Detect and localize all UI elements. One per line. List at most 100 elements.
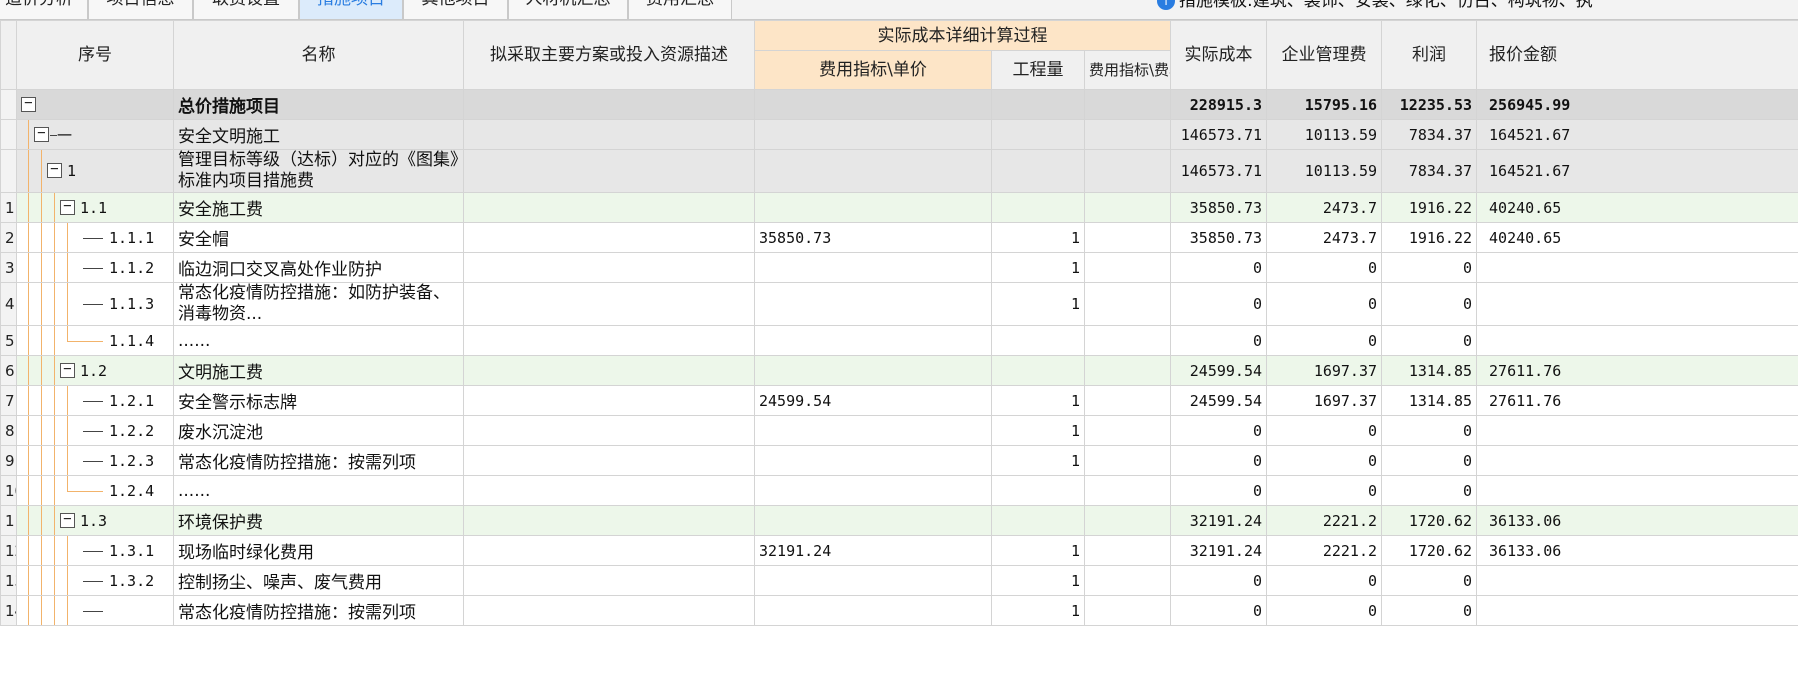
name-cell[interactable]: 常态化疫情防控措施：按需列项	[173, 445, 464, 476]
unit-price-cell[interactable]	[754, 355, 992, 386]
table-row[interactable]: 12 1.3.1 现场临时绿化费用 32191.24 1 32191.24 22…	[0, 535, 1798, 566]
unit-price-cell[interactable]	[754, 149, 992, 193]
name-cell[interactable]: 环境保护费	[173, 505, 464, 536]
desc-cell[interactable]	[463, 222, 755, 253]
header-actual-cost[interactable]: 实际成本	[1170, 20, 1268, 90]
table-row[interactable]: 6 − 1.2 文明施工费 24599.54 1697.37 1314.85 2…	[0, 355, 1798, 386]
desc-cell[interactable]	[463, 282, 755, 326]
desc-cell[interactable]	[463, 565, 755, 596]
quantity-cell[interactable]: 1	[991, 252, 1085, 283]
desc-cell[interactable]	[463, 149, 755, 193]
quantity-cell[interactable]: 1	[991, 445, 1085, 476]
table-row[interactable]: 9 1.2.3 常态化疫情防控措施：按需列项 1 0 0 0 0	[0, 445, 1798, 476]
name-cell[interactable]: 文明施工费	[173, 355, 464, 386]
rate-cell[interactable]	[1083, 282, 1172, 326]
quantity-cell[interactable]	[991, 149, 1085, 193]
name-cell[interactable]: 常态化疫情防控措施：如防护装备、消毒物资...	[173, 282, 464, 326]
unit-price-cell[interactable]	[754, 282, 992, 326]
unit-price-cell[interactable]: 32191.24	[754, 535, 992, 566]
tab-measures[interactable]: 措施项目	[299, 0, 403, 20]
desc-cell[interactable]	[463, 192, 755, 223]
desc-cell[interactable]	[463, 89, 755, 120]
quantity-cell[interactable]: 1	[991, 385, 1085, 416]
rate-cell[interactable]	[1083, 222, 1172, 253]
tab-cost-analysis[interactable]: 造价分析	[0, 0, 88, 20]
tab-fee-summary[interactable]: 费用汇总	[628, 0, 732, 20]
name-cell[interactable]: 控制扬尘、噪声、废气费用	[173, 565, 464, 596]
collapse-icon[interactable]: −	[60, 199, 75, 215]
table-row[interactable]: 4 1.1.3 常态化疫情防控措施：如防护装备、消毒物资... 1 0 0 0 …	[0, 282, 1798, 326]
tab-labor-material-summary[interactable]: 人材机汇总	[508, 0, 628, 20]
rate-cell[interactable]	[1083, 89, 1172, 120]
quantity-cell[interactable]	[991, 89, 1085, 120]
rate-cell[interactable]	[1083, 415, 1172, 446]
tab-other-items[interactable]: 其他项目	[403, 0, 508, 20]
unit-price-cell[interactable]	[754, 505, 992, 536]
header-rate[interactable]: 费用指标\费率(%)	[1083, 50, 1172, 90]
desc-cell[interactable]	[463, 415, 755, 446]
quantity-cell[interactable]	[991, 505, 1085, 536]
unit-price-cell[interactable]	[754, 415, 992, 446]
unit-price-cell[interactable]	[754, 89, 992, 120]
table-row[interactable]: − 总价措施项目 228915.3 15795.16 12235.53 2569…	[0, 89, 1798, 120]
unit-price-cell[interactable]	[754, 252, 992, 283]
name-cell[interactable]: 临边洞口交叉高处作业防护	[173, 252, 464, 283]
desc-cell[interactable]	[463, 475, 755, 506]
name-cell[interactable]: 现场临时绿化费用	[173, 535, 464, 566]
table-row[interactable]: 8 1.2.2 废水沉淀池 1 0 0 0 0	[0, 415, 1798, 446]
quantity-cell[interactable]	[991, 475, 1085, 506]
name-cell[interactable]: 常态化疫情防控措施：按需列项	[173, 595, 464, 626]
name-cell[interactable]: ......	[173, 475, 464, 506]
collapse-icon[interactable]: −	[60, 362, 75, 378]
header-desc[interactable]: 拟采取主要方案或投入资源描述	[463, 20, 755, 90]
unit-price-cell[interactable]	[754, 325, 992, 356]
quantity-cell[interactable]: 1	[991, 415, 1085, 446]
table-row[interactable]: 5 1.1.4 ...... 0 0 0 0	[0, 325, 1798, 356]
rate-cell[interactable]	[1083, 325, 1172, 356]
rate-cell[interactable]	[1083, 595, 1172, 626]
table-row[interactable]: 2 1.1.1 安全帽 35850.73 1 35850.73 2473.7 1…	[0, 222, 1798, 253]
unit-price-cell[interactable]: 24599.54	[754, 385, 992, 416]
table-row[interactable]: 14 常态化疫情防控措施：按需列项 1 0 0 0 0	[0, 595, 1798, 626]
name-cell[interactable]: 安全文明施工	[173, 119, 464, 150]
rate-cell[interactable]	[1083, 119, 1172, 150]
rate-cell[interactable]	[1083, 385, 1172, 416]
quantity-cell[interactable]: 1	[991, 595, 1085, 626]
rate-cell[interactable]	[1083, 505, 1172, 536]
name-cell[interactable]: 废水沉淀池	[173, 415, 464, 446]
unit-price-cell[interactable]	[754, 595, 992, 626]
header-seq[interactable]: 序号	[16, 20, 174, 90]
header-quote[interactable]: 报价金额	[1476, 20, 1798, 90]
rate-cell[interactable]	[1083, 355, 1172, 386]
desc-cell[interactable]	[463, 445, 755, 476]
collapse-icon[interactable]: −	[34, 126, 49, 142]
rate-cell[interactable]	[1083, 565, 1172, 596]
rate-cell[interactable]	[1083, 252, 1172, 283]
name-cell[interactable]: ......	[173, 325, 464, 356]
unit-price-cell[interactable]	[754, 565, 992, 596]
desc-cell[interactable]	[463, 595, 755, 626]
unit-price-cell[interactable]: 35850.73	[754, 222, 992, 253]
collapse-icon[interactable]: −	[21, 96, 36, 112]
rate-cell[interactable]	[1083, 149, 1172, 193]
quantity-cell[interactable]: 1	[991, 222, 1085, 253]
unit-price-cell[interactable]	[754, 192, 992, 223]
unit-price-cell[interactable]	[754, 445, 992, 476]
name-cell[interactable]: 安全施工费	[173, 192, 464, 223]
name-cell[interactable]: 安全警示标志牌	[173, 385, 464, 416]
quantity-cell[interactable]	[991, 355, 1085, 386]
desc-cell[interactable]	[463, 355, 755, 386]
name-cell[interactable]: 总价措施项目	[173, 89, 464, 120]
header-mgmt-fee[interactable]: 企业管理费	[1266, 20, 1383, 90]
desc-cell[interactable]	[463, 325, 755, 356]
table-row[interactable]: 10 1.2.4 ...... 0 0 0 0	[0, 475, 1798, 506]
quantity-cell[interactable]: 1	[991, 535, 1085, 566]
table-row[interactable]: 7 1.2.1 安全警示标志牌 24599.54 1 24599.54 1697…	[0, 385, 1798, 416]
tab-fee-settings[interactable]: 取费设置	[193, 0, 299, 20]
name-cell[interactable]: 管理目标等级（达标）对应的《图集》标准内项目措施费	[173, 149, 464, 193]
desc-cell[interactable]	[463, 385, 755, 416]
desc-cell[interactable]	[463, 535, 755, 566]
rate-cell[interactable]	[1083, 475, 1172, 506]
unit-price-cell[interactable]	[754, 475, 992, 506]
quantity-cell[interactable]	[991, 119, 1085, 150]
